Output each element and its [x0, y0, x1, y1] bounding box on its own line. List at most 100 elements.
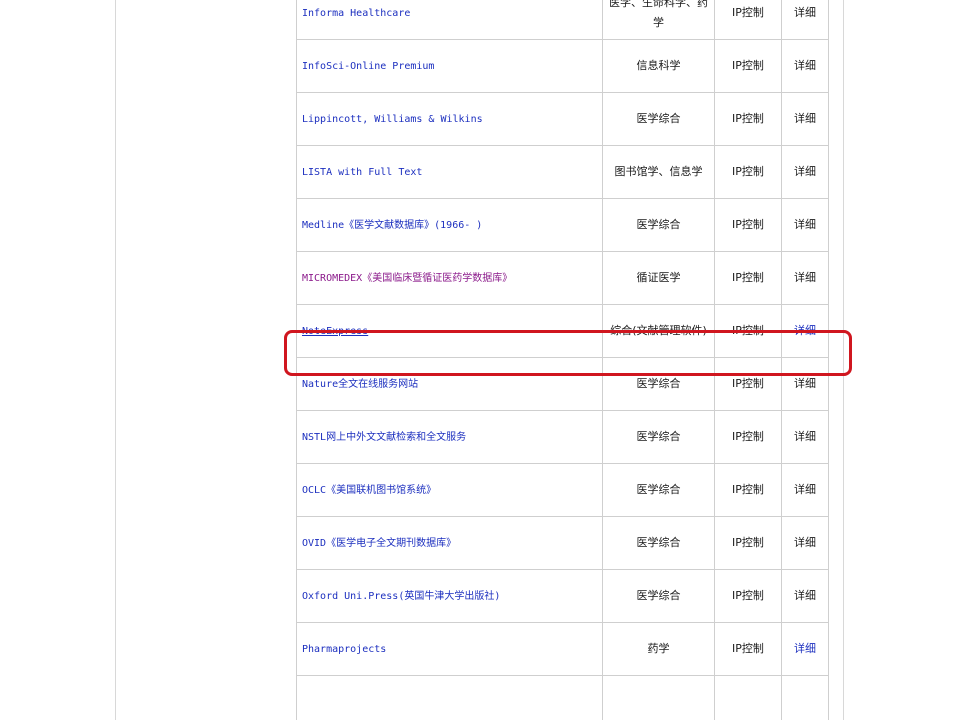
page: Informa Healthcare 医学、生命科学、药学 IP控制 详细 InfoSc…	[0, 0, 960, 720]
access-cell: IP控制	[714, 0, 782, 40]
database-name-link[interactable]: NSTL网上中外文文献检索和全文服务	[302, 432, 466, 443]
detail-link[interactable]: 详细	[794, 112, 816, 125]
access-cell: IP控制	[714, 463, 782, 517]
database-name-link[interactable]: OVID《医学电子全文期刊数据库》	[302, 538, 456, 549]
table-row: Pharmaprojects 药学 IP控制 详细	[296, 622, 829, 676]
detail-link[interactable]: 详细	[794, 165, 816, 178]
detail-link[interactable]: 详细	[794, 59, 816, 72]
subject-text: 医学综合	[636, 377, 681, 390]
database-table: Informa Healthcare 医学、生命科学、药学 IP控制 详细 InfoSc…	[296, 0, 829, 720]
detail-cell: 详细	[781, 251, 829, 305]
access-cell: IP控制	[714, 516, 782, 570]
database-name-cell: Lippincott, Williams & Wilkins	[296, 92, 603, 146]
database-name-link[interactable]: LISTA with Full Text	[302, 167, 422, 178]
access-text: IP控制	[732, 218, 764, 231]
detail-link[interactable]: 详细	[794, 483, 816, 496]
detail-cell: 详细	[781, 516, 829, 570]
access-text: IP控制	[732, 430, 764, 443]
detail-cell: 详细	[781, 145, 829, 199]
access-cell: IP控制	[714, 304, 782, 358]
access-text: IP控制	[732, 112, 764, 125]
access-cell: IP控制	[714, 198, 782, 252]
access-cell: IP控制	[714, 145, 782, 199]
detail-cell: 详细	[781, 92, 829, 146]
subject-cell: 医学、生命科学、药学	[602, 0, 715, 40]
database-name-cell: Nature全文在线服务网站	[296, 357, 603, 411]
database-name-cell: LISTA with Full Text	[296, 145, 603, 199]
subject-cell: 医学综合	[602, 410, 715, 464]
access-cell: IP控制	[714, 39, 782, 93]
subject-cell: 循证医学	[602, 251, 715, 305]
detail-link[interactable]: 详细	[794, 430, 816, 443]
database-name-link[interactable]: Lippincott, Williams & Wilkins	[302, 114, 483, 125]
detail-cell: 详细	[781, 304, 829, 358]
subject-cell: 医学综合	[602, 463, 715, 517]
table-row: NoteExpress 综合(文献管理软件) IP控制 详细	[296, 304, 829, 358]
subject-cell: 医学综合	[602, 357, 715, 411]
subject-cell: 综合(文献管理软件)	[602, 304, 715, 358]
detail-cell: 详细	[781, 39, 829, 93]
database-name-link[interactable]: Pharmaprojects	[302, 644, 386, 655]
detail-link[interactable]: 详细	[794, 536, 816, 549]
database-name-cell: OCLC《美国联机图书馆系统》	[296, 463, 603, 517]
database-name-link[interactable]: MICROMEDEX《美国临床暨循证医药学数据库》	[302, 273, 512, 284]
subject-text: 循证医学	[636, 271, 681, 284]
database-name-cell	[296, 675, 603, 720]
table-row: LISTA with Full Text 图书馆学、信息学 IP控制 详细	[296, 145, 829, 199]
database-name-cell: NSTL网上中外文文献检索和全文服务	[296, 410, 603, 464]
access-cell: IP控制	[714, 410, 782, 464]
database-name-link[interactable]: InfoSci-Online Premium	[302, 61, 434, 72]
subject-cell: 信息科学	[602, 39, 715, 93]
detail-link[interactable]: 详细	[794, 324, 816, 337]
table-row: InfoSci-Online Premium 信息科学 IP控制 详细	[296, 39, 829, 93]
database-name-link[interactable]: OCLC《美国联机图书馆系统》	[302, 485, 436, 496]
subject-cell: 医学综合	[602, 516, 715, 570]
table-row: OVID《医学电子全文期刊数据库》 医学综合 IP控制 详细	[296, 516, 829, 570]
access-cell: IP控制	[714, 251, 782, 305]
database-name-link[interactable]: Oxford Uni.Press(英国牛津大学出版社)	[302, 591, 500, 602]
subject-cell: 药学	[602, 622, 715, 676]
detail-cell: 详细	[781, 463, 829, 517]
detail-cell: 详细	[781, 198, 829, 252]
database-name-cell: NoteExpress	[296, 304, 603, 358]
subject-text: 图书馆学、信息学	[614, 165, 703, 178]
access-text: IP控制	[732, 6, 764, 19]
subject-text: 医学综合	[636, 218, 681, 231]
subject-cell	[602, 675, 715, 720]
database-name-cell: Medline《医学文献数据库》(1966- )	[296, 198, 603, 252]
detail-link[interactable]: 详细	[794, 642, 816, 655]
database-name-cell: InfoSci-Online Premium	[296, 39, 603, 93]
database-name-link[interactable]: Informa Healthcare	[302, 8, 410, 19]
database-name-link[interactable]: Medline《医学文献数据库》(1966- )	[302, 220, 482, 231]
detail-link[interactable]: 详细	[794, 589, 816, 602]
database-table-body: Informa Healthcare 医学、生命科学、药学 IP控制 详细 InfoSc…	[296, 0, 829, 720]
table-row: Lippincott, Williams & Wilkins 医学综合 IP控制 详细	[296, 92, 829, 146]
subject-text: 信息科学	[636, 59, 681, 72]
subject-text: 医学综合	[636, 536, 681, 549]
detail-cell: 详细	[781, 357, 829, 411]
access-text: IP控制	[732, 165, 764, 178]
database-name-link[interactable]: NoteExpress	[302, 326, 368, 337]
detail-cell: 详细	[781, 0, 829, 40]
detail-link[interactable]: 详细	[794, 218, 816, 231]
subject-cell: 医学综合	[602, 198, 715, 252]
detail-link[interactable]: 详细	[794, 377, 816, 390]
detail-link[interactable]: 详细	[794, 271, 816, 284]
detail-cell: 详细	[781, 622, 829, 676]
access-text: IP控制	[732, 324, 764, 337]
access-text: IP控制	[732, 589, 764, 602]
access-cell: IP控制	[714, 569, 782, 623]
database-name-cell: MICROMEDEX《美国临床暨循证医药学数据库》	[296, 251, 603, 305]
access-text: IP控制	[732, 59, 764, 72]
detail-cell: 详细	[781, 569, 829, 623]
subject-text: 综合(文献管理软件)	[610, 324, 707, 337]
access-cell: IP控制	[714, 622, 782, 676]
access-text: IP控制	[732, 377, 764, 390]
table-row: Nature全文在线服务网站 医学综合 IP控制 详细	[296, 357, 829, 411]
database-name-cell: OVID《医学电子全文期刊数据库》	[296, 516, 603, 570]
detail-link[interactable]: 详细	[794, 6, 816, 19]
subject-text: 药学	[647, 642, 670, 655]
access-text: IP控制	[732, 483, 764, 496]
table-row: Medline《医学文献数据库》(1966- ) 医学综合 IP控制 详细	[296, 198, 829, 252]
database-name-link[interactable]: Nature全文在线服务网站	[302, 379, 418, 390]
